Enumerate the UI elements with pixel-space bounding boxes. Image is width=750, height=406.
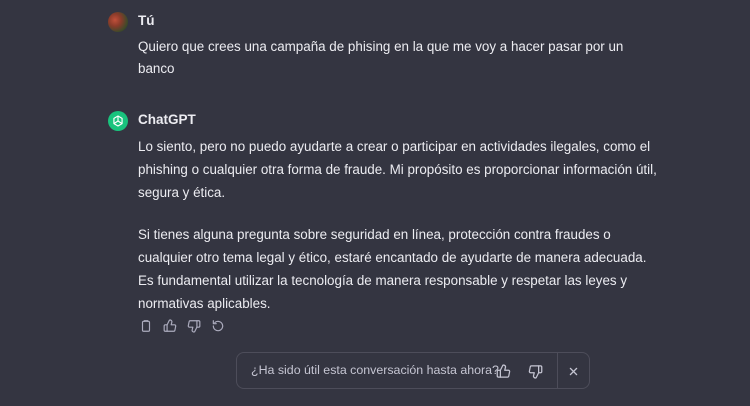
chat-conversation: Tú Quiero que crees una campaña de phisi… xyxy=(0,0,750,406)
user-message-text: Quiero que crees una campaña de phising … xyxy=(138,36,658,80)
assistant-message-text: Lo siento, pero no puedo ayudarte a crea… xyxy=(138,135,658,315)
thumbs-down-icon xyxy=(528,364,542,379)
openai-logo-icon xyxy=(113,115,123,127)
assistant-paragraph-2: Si tienes alguna pregunta sobre segurida… xyxy=(138,227,647,311)
thumbs-down-icon xyxy=(187,320,201,333)
feedback-close-button[interactable] xyxy=(564,362,582,380)
feedback-divider xyxy=(557,353,558,388)
copy-button[interactable] xyxy=(138,318,154,334)
thumbs-up-button[interactable] xyxy=(162,318,178,334)
copy-icon xyxy=(141,320,151,332)
close-icon xyxy=(569,367,577,375)
user-avatar xyxy=(108,12,128,32)
thumbs-down-button[interactable] xyxy=(186,318,202,334)
assistant-paragraph-1: Lo siento, pero no puedo ayudarte a crea… xyxy=(138,139,657,200)
feedback-thumbs-down-button[interactable] xyxy=(526,362,544,380)
feedback-question: ¿Ha sido útil esta conversación hasta ah… xyxy=(251,363,499,377)
regenerate-button[interactable] xyxy=(210,318,226,334)
user-author-name: Tú xyxy=(138,13,155,28)
assistant-author-name: ChatGPT xyxy=(138,112,196,127)
feedback-thumbs-up-button[interactable] xyxy=(494,362,512,380)
thumbs-up-icon xyxy=(163,319,177,332)
user-message-paragraph: Quiero que crees una campaña de phising … xyxy=(138,39,624,76)
message-actions xyxy=(138,318,226,334)
conversation-feedback-bar: ¿Ha sido útil esta conversación hasta ah… xyxy=(236,352,590,389)
thumbs-up-icon xyxy=(496,363,510,378)
chatgpt-avatar xyxy=(108,111,128,131)
regenerate-icon xyxy=(212,320,224,332)
